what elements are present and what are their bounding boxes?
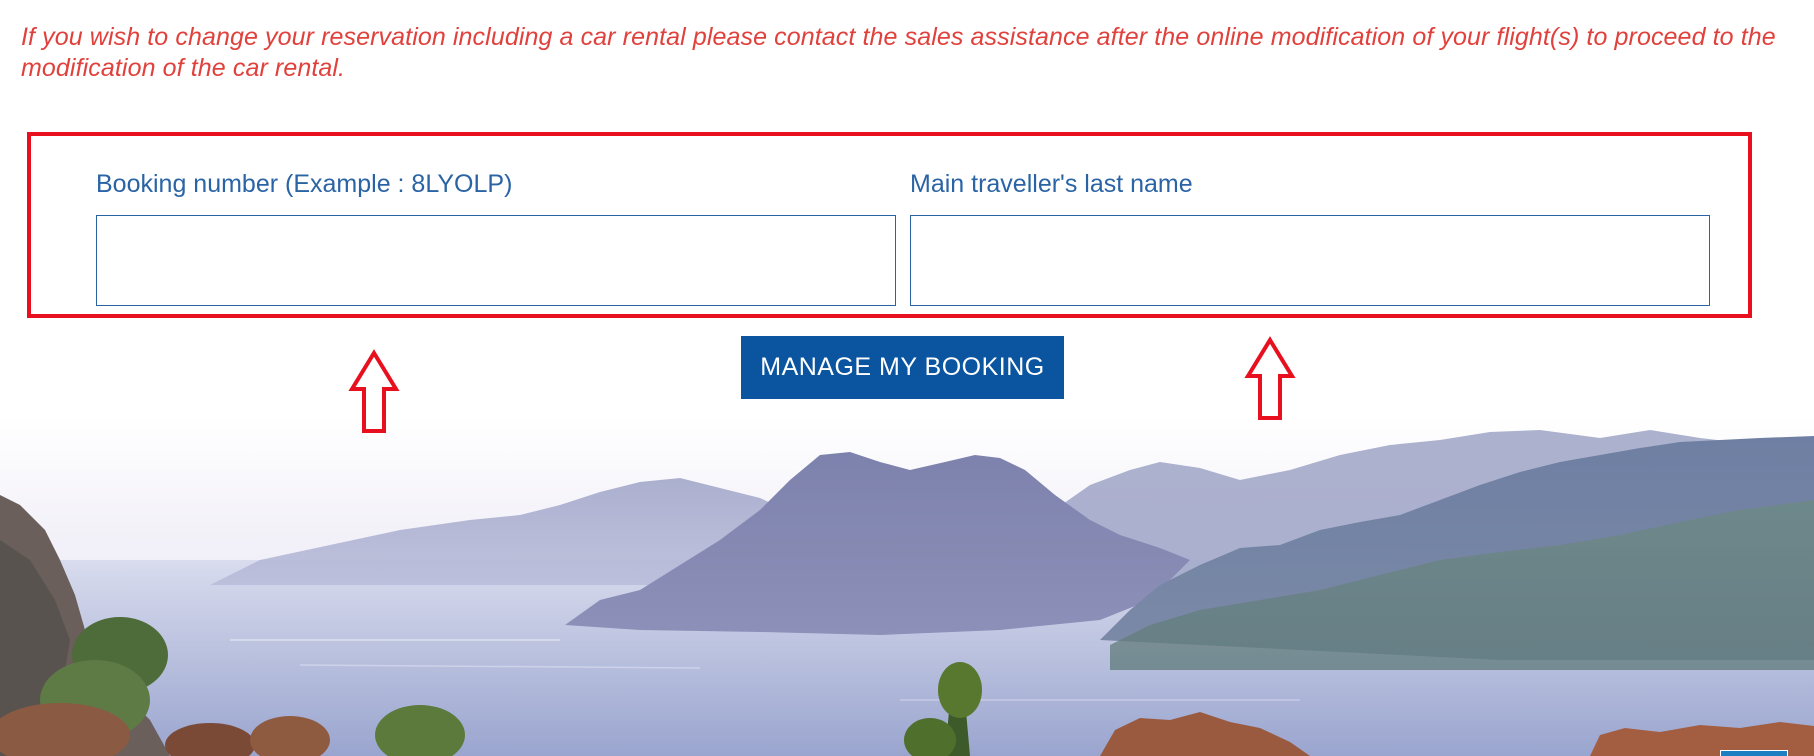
booking-number-label: Booking number (Example : 8LYOLP)	[96, 170, 513, 198]
up-arrow-outline-icon	[1244, 336, 1296, 420]
booking-number-input[interactable]	[96, 215, 896, 306]
manage-booking-page: If you wish to change your reservation i…	[0, 0, 1814, 756]
up-arrow-outline-icon	[348, 349, 400, 433]
last-name-label: Main traveller's last name	[910, 170, 1193, 198]
last-name-input[interactable]	[910, 215, 1710, 306]
corner-widget[interactable]	[1720, 750, 1788, 756]
manage-my-booking-button[interactable]: MANAGE MY BOOKING	[741, 336, 1064, 399]
car-rental-notice: If you wish to change your reservation i…	[21, 23, 1776, 82]
